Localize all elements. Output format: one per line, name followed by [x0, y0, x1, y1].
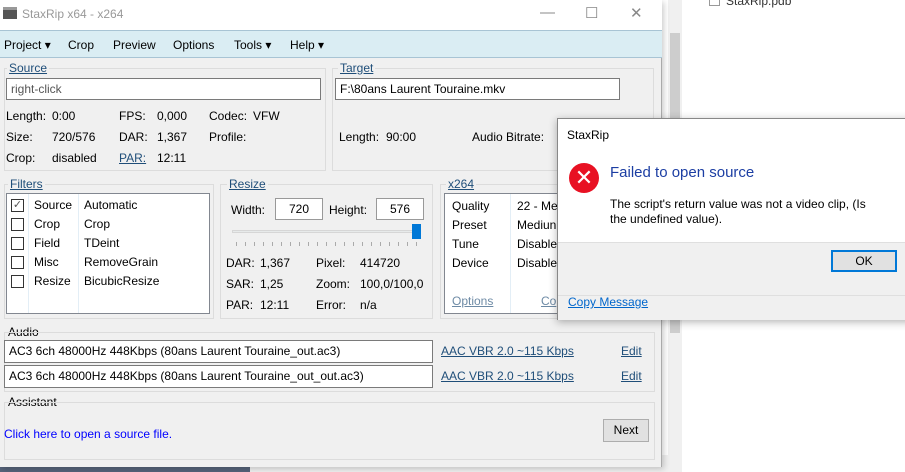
- maximize-button[interactable]: ☐: [585, 4, 598, 22]
- dar-label: DAR:: [119, 130, 148, 144]
- audio-profile-link[interactable]: AAC VBR 2.0 ~115 Kbps: [441, 369, 574, 383]
- x264-option-name[interactable]: Device: [452, 256, 489, 270]
- height-label: Height:: [329, 203, 368, 217]
- x264-option-name[interactable]: Tune: [452, 237, 479, 251]
- resize-dar-value: 1,367: [260, 256, 291, 270]
- x264-option-value[interactable]: Disable: [517, 256, 557, 270]
- menu-crop[interactable]: Crop: [68, 38, 94, 52]
- par-link[interactable]: PAR:: [119, 151, 146, 165]
- target-input[interactable]: F:\80ans Laurent Touraine.mkv: [335, 78, 620, 100]
- x264-options-link[interactable]: Options: [452, 294, 493, 308]
- minimize-button[interactable]: —: [540, 4, 555, 21]
- crop-label: Crop:: [6, 151, 36, 165]
- x264-option-name[interactable]: Preset: [452, 218, 487, 232]
- slider-ticks: [236, 242, 418, 246]
- audio-profile-link[interactable]: AAC VBR 2.0 ~115 Kbps: [441, 344, 574, 358]
- height-input[interactable]: 576: [376, 198, 424, 220]
- resize-label[interactable]: Resize: [227, 177, 268, 191]
- dialog-heading: Failed to open source: [610, 164, 755, 181]
- x264-label[interactable]: x264: [446, 177, 477, 191]
- target-label[interactable]: Target: [338, 61, 376, 75]
- filters-label[interactable]: Filters: [8, 177, 45, 191]
- x264-option-value[interactable]: 22 - Me: [517, 199, 558, 213]
- profile-label: Profile:: [209, 130, 247, 144]
- filter-name[interactable]: Source: [34, 198, 72, 212]
- source-label[interactable]: Source: [7, 61, 50, 75]
- x264-option-value[interactable]: Mediun: [517, 218, 556, 232]
- filter-name[interactable]: Resize: [34, 274, 71, 288]
- title-bar: StaxRip x64 - x264 — ☐ ✕: [0, 0, 662, 30]
- filter-value[interactable]: RemoveGrain: [84, 255, 158, 269]
- x264-option-value[interactable]: Disable: [517, 237, 557, 251]
- ok-button[interactable]: OK: [831, 250, 897, 272]
- crop-value: disabled: [52, 151, 97, 165]
- filter-checkbox-crop[interactable]: [11, 218, 24, 231]
- copy-message-link[interactable]: Copy Message: [568, 295, 648, 309]
- background-file-label[interactable]: StaxRip.pdb: [726, 0, 791, 8]
- fps-value: 0,000: [157, 109, 188, 123]
- sar-label: SAR:: [226, 277, 255, 291]
- dialog-title: StaxRip: [567, 128, 610, 142]
- audio-track-input[interactable]: AC3 6ch 48000Hz 448Kbps (80ans Laurent T…: [4, 365, 433, 388]
- x264-command-line-link[interactable]: Co: [541, 294, 556, 308]
- error-icon: ✕: [569, 163, 599, 193]
- zoom-label: Zoom:: [316, 277, 351, 291]
- menu-preview[interactable]: Preview: [113, 38, 156, 52]
- filter-name[interactable]: Field: [34, 236, 60, 250]
- codec-value: VFW: [253, 109, 280, 123]
- length-value: 0:00: [52, 109, 76, 123]
- resize-slider-thumb[interactable]: [412, 224, 421, 239]
- window-title: StaxRip x64 - x264: [22, 7, 124, 21]
- filter-name[interactable]: Crop: [34, 217, 60, 231]
- menu-project[interactable]: Project ▾: [4, 38, 51, 52]
- resize-dar-label: DAR:: [226, 256, 255, 270]
- assistant-message-link[interactable]: Click here to open a source file.: [4, 427, 172, 441]
- pixel-value: 414720: [360, 256, 401, 270]
- filter-checkbox-resize[interactable]: [11, 275, 24, 288]
- menu-options[interactable]: Options: [173, 38, 214, 52]
- filter-value[interactable]: Automatic: [84, 198, 137, 212]
- menu-bar: Project ▾ Crop Preview Options Tools ▾ H…: [0, 30, 662, 58]
- clapperboard-icon: [3, 7, 17, 19]
- fps-label: FPS:: [119, 109, 146, 123]
- audio-bitrate-label: Audio Bitrate:: [472, 130, 545, 144]
- width-input[interactable]: 720: [275, 198, 323, 220]
- source-input[interactable]: right-click: [6, 78, 321, 100]
- target-length-label: Length:: [339, 130, 380, 144]
- audio-edit-link[interactable]: Edit: [621, 344, 642, 358]
- resize-slider-track[interactable]: [232, 230, 419, 233]
- error-dialog: StaxRip ✕ Failed to open source The scri…: [557, 118, 905, 320]
- audio-track-input[interactable]: AC3 6ch 48000Hz 448Kbps (80ans Laurent T…: [4, 340, 433, 363]
- resize-par-label: PAR:: [226, 298, 254, 312]
- filter-value[interactable]: TDeint: [84, 236, 119, 250]
- filter-checkbox-misc[interactable]: [11, 256, 24, 269]
- menu-tools[interactable]: Tools ▾: [234, 38, 271, 52]
- length-label: Length:: [6, 109, 47, 123]
- dar-value: 1,367: [157, 130, 188, 144]
- codec-label: Codec:: [209, 109, 248, 123]
- resize-par-value: 12:11: [260, 298, 290, 312]
- width-label: Width:: [231, 203, 266, 217]
- error-value: n/a: [360, 298, 377, 312]
- filter-value[interactable]: Crop: [84, 217, 110, 231]
- filter-value[interactable]: BicubicResize: [84, 274, 159, 288]
- target-length-value: 90:00: [386, 130, 417, 144]
- error-label: Error:: [316, 298, 346, 312]
- audio-edit-link[interactable]: Edit: [621, 369, 642, 383]
- dialog-message: The script's return value was not a vide…: [610, 197, 866, 226]
- next-button[interactable]: Next: [603, 419, 649, 442]
- menu-help[interactable]: Help ▾: [290, 38, 324, 52]
- sar-value: 1,25: [260, 277, 284, 291]
- zoom-value: 100,0/100,0: [360, 277, 424, 291]
- filter-checkbox-source[interactable]: ✓: [11, 199, 24, 212]
- filter-checkbox-field[interactable]: [11, 237, 24, 250]
- size-label: Size:: [6, 130, 33, 144]
- x264-option-name[interactable]: Quality: [452, 199, 489, 213]
- filter-name[interactable]: Misc: [34, 255, 59, 269]
- file-icon: [709, 0, 720, 6]
- pixel-label: Pixel:: [316, 256, 346, 270]
- par-value: 12:11: [157, 151, 187, 165]
- size-value: 720/576: [52, 130, 96, 144]
- close-button[interactable]: ✕: [630, 4, 643, 22]
